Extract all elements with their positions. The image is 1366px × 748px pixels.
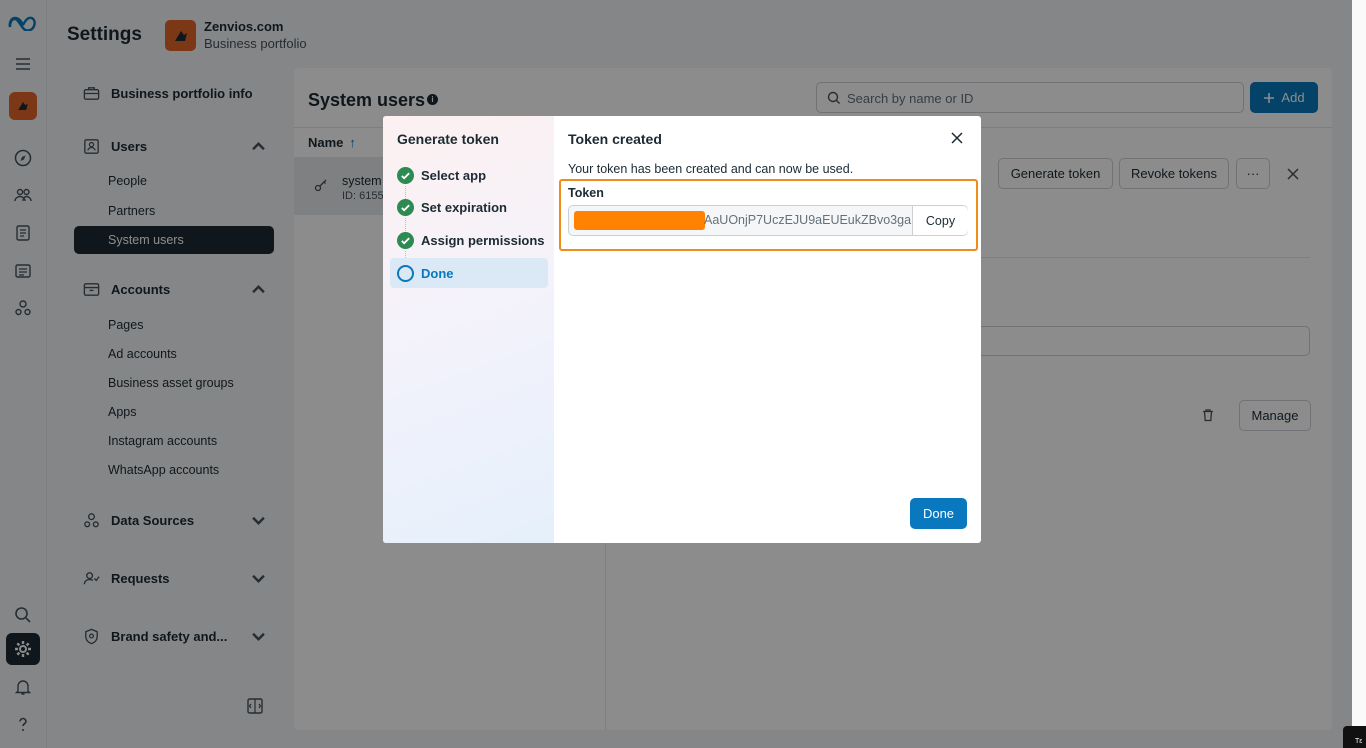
token-field[interactable]: AaUOnjP7UczEJU9aEUEukZBvo3ga Copy — [568, 205, 968, 236]
circle-outline-icon — [397, 264, 414, 282]
copy-button[interactable]: Copy — [912, 206, 968, 235]
redaction-bar — [574, 211, 705, 230]
generate-token-dialog: Generate token Select app Set expiration… — [383, 116, 981, 543]
done-button[interactable]: Done — [910, 498, 967, 529]
check-circle-icon — [397, 167, 414, 184]
step-label: Select app — [421, 168, 487, 183]
steps-panel: Generate token Select app Set expiration… — [383, 116, 554, 543]
step-label: Assign permissions — [421, 233, 545, 248]
scrollbar[interactable] — [1352, 0, 1366, 748]
steps-title: Generate token — [397, 131, 499, 147]
step-label: Done — [421, 265, 454, 281]
corner-badge: Tε — [1343, 726, 1366, 748]
token-value: AaUOnjP7UczEJU9aEUEukZBvo3ga — [704, 213, 912, 227]
step-assign-permissions[interactable]: Assign permissions — [397, 232, 545, 249]
close-icon[interactable] — [950, 131, 964, 145]
step-select-app[interactable]: Select app — [397, 167, 486, 184]
step-label: Set expiration — [421, 200, 507, 215]
check-circle-icon — [397, 232, 414, 249]
check-circle-icon — [397, 199, 414, 216]
dialog-description: Your token has been created and can now … — [568, 162, 854, 176]
step-done[interactable]: Done — [390, 258, 548, 288]
step-set-expiration[interactable]: Set expiration — [397, 199, 507, 216]
step-connector — [405, 218, 406, 233]
token-label: Token — [568, 186, 604, 200]
dialog-title: Token created — [568, 131, 662, 147]
